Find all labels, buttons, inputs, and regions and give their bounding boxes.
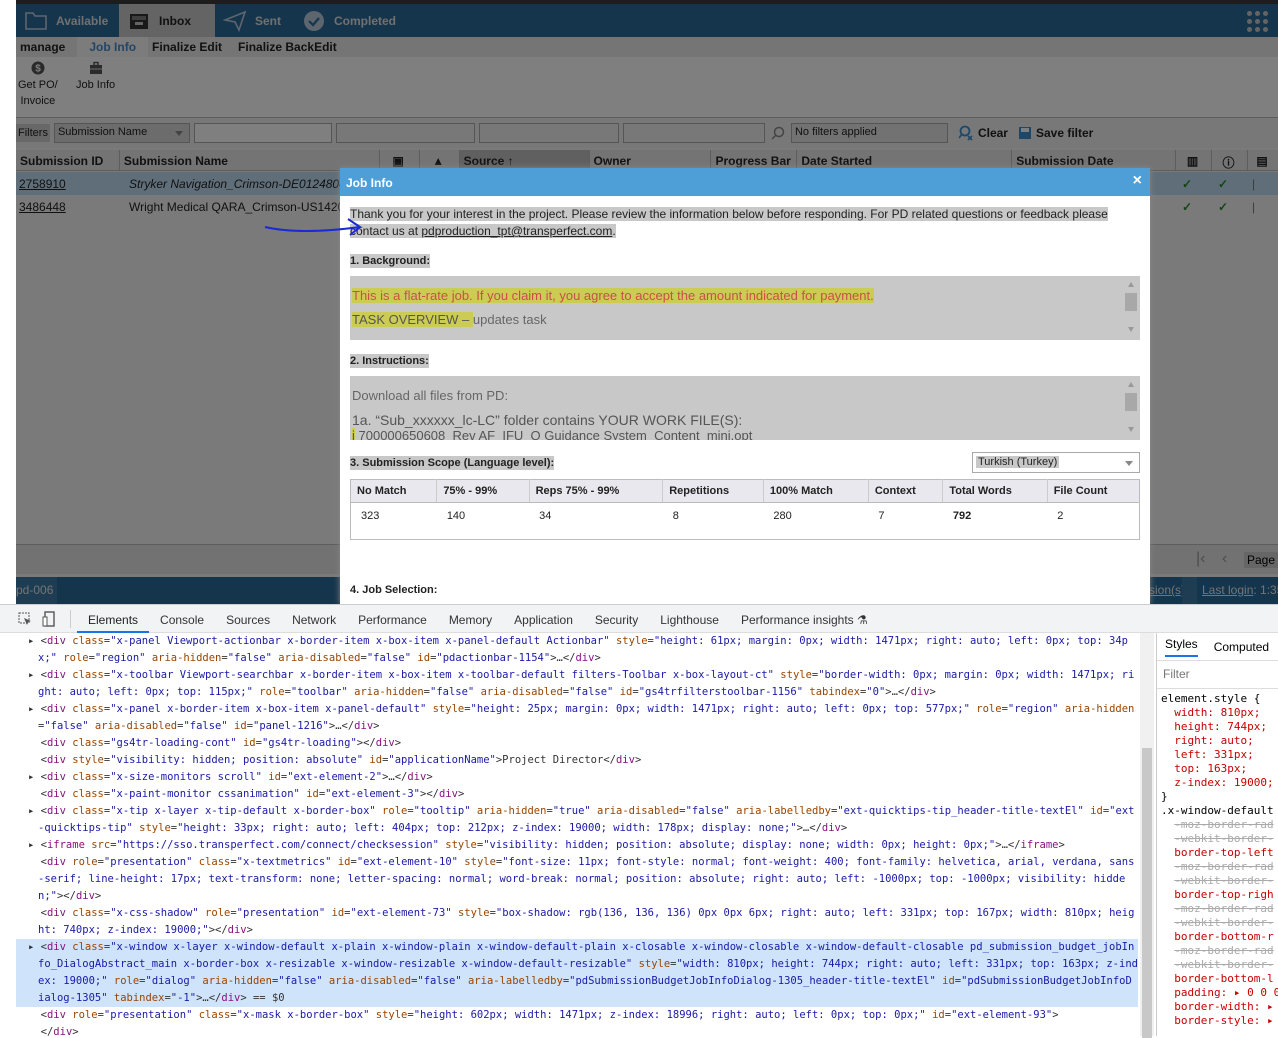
scope-header: 100% Match: [763, 479, 869, 503]
scope-row-values: 323 140 34 8 280 7 792 2: [351, 503, 1140, 540]
devtools-tab-sources[interactable]: Sources: [215, 605, 281, 633]
dom-node-line[interactable]: <div class="x-css-shadow" role="presenta…: [16, 905, 1138, 939]
intro-suffix: .: [612, 224, 616, 238]
dialog-header[interactable]: Job Info ×: [340, 168, 1150, 196]
intro-text: Thank you for your interest in the proje…: [350, 206, 1140, 240]
scroll-thumb: [1142, 748, 1152, 1038]
dom-node-line[interactable]: <div class="gs4tr-loading-cont" id="gs4t…: [16, 735, 1138, 752]
dom-node-line[interactable]: <div style="visibility: hidden; position…: [16, 752, 1138, 769]
scope-table: No Match 75% - 99% Reps 75% - 99% Repeti…: [350, 479, 1140, 540]
instructions-line-1: Download all files from PD:: [352, 388, 509, 403]
devtools-tab-security[interactable]: Security: [584, 605, 649, 633]
section-scope-title: 3. Submission Scope (Language level):: [350, 455, 555, 470]
dialog-title: Job Info: [346, 176, 393, 190]
dom-node-line[interactable]: ▸ <div class="x-size-monitors scroll" id…: [16, 769, 1138, 786]
dom-node-line[interactable]: ▸ <div class="x-tip x-layer x-tip-defaul…: [16, 803, 1138, 837]
scroll-thumb: [1125, 393, 1137, 411]
devtools-tab-lighthouse[interactable]: Lighthouse: [649, 605, 730, 633]
scope-header: Total Words: [942, 479, 1048, 503]
device-toolbar-icon[interactable]: [42, 610, 56, 627]
scope-header: Reps 75% - 99%: [529, 479, 664, 503]
project-director-app: Available Inbox Sent Completed manage Jo…: [16, 0, 1278, 604]
dom-node-line[interactable]: ▸ <div class="x-toolbar Viewport-searchb…: [16, 667, 1138, 701]
dom-scrollbar[interactable]: [1140, 633, 1154, 1038]
scope-header: File Count: [1047, 479, 1140, 503]
scope-header: Repetitions: [662, 479, 764, 503]
scroll-down-icon: [1128, 327, 1134, 332]
scope-value: 34: [539, 510, 552, 522]
scope-value: 7: [878, 510, 885, 522]
devtools-tab-performance[interactable]: Performance: [347, 605, 438, 633]
styles-filter-input[interactable]: Filter: [1157, 661, 1278, 689]
dom-tree[interactable]: ▸ <div class="x-panel Viewport-actionbar…: [16, 633, 1138, 1036]
dom-node-line[interactable]: </div>: [16, 1024, 1138, 1036]
dom-node-line[interactable]: ▸ <iframe src="https://sso.transperfect.…: [16, 837, 1138, 854]
inspect-element-icon[interactable]: [18, 612, 32, 626]
instructions-scrollbar[interactable]: [1124, 378, 1138, 438]
section-instructions-title: 2. Instructions:: [350, 354, 429, 368]
dom-node-line[interactable]: ▸ <div class="x-panel Viewport-actionbar…: [16, 633, 1138, 667]
background-scrollbar[interactable]: [1124, 278, 1138, 338]
instructions-line-3: 700000650608_Rev AF_IFU_Q Guidance Syste…: [354, 428, 753, 440]
language-value: Turkish (Turkey): [976, 456, 1060, 468]
section-background-title: 1. Background:: [350, 254, 431, 268]
styles-tab[interactable]: Styles: [1165, 637, 1198, 657]
style-rules: element.style { width: 810px; height: 74…: [1161, 692, 1278, 1027]
devtools-tab-console[interactable]: Console: [149, 605, 215, 633]
scope-value: 140: [446, 510, 466, 522]
devtools-tab-memory[interactable]: Memory: [438, 605, 503, 633]
scope-value: 323: [361, 510, 380, 522]
scope-row: 3. Submission Scope (Language level): Tu…: [350, 452, 1140, 473]
devtools-tab-performance-insights[interactable]: Performance insights ⚗: [730, 605, 879, 633]
devtools-tab-network[interactable]: Network: [281, 605, 347, 633]
scroll-up-icon: [1128, 382, 1134, 387]
task-overview-text: updates task: [472, 312, 547, 327]
devtools-tab-application[interactable]: Application: [503, 605, 584, 633]
scope-header: 75% - 99%: [436, 479, 530, 503]
dom-node-line[interactable]: ▸ <div class="x-panel x-border-item x-bo…: [16, 701, 1138, 735]
instructions-content[interactable]: Download all files from PD: 1a. “Sub_xxx…: [350, 376, 1140, 440]
background-content[interactable]: This is a flat-rate job. If you claim it…: [350, 276, 1140, 340]
dom-node-line[interactable]: ▸ <div class="x-window x-layer x-window-…: [16, 939, 1138, 1007]
flat-rate-notice: This is a flat-rate job. If you claim it…: [352, 288, 874, 303]
contact-email-link[interactable]: pdproduction_tpt@transperfect.com: [421, 224, 612, 238]
scope-value: 2: [1057, 510, 1064, 522]
devtools-tabs: Elements Console Sources Network Perform…: [0, 605, 1278, 633]
flask-icon: ⚗: [857, 612, 868, 627]
dialog-body: Thank you for your interest in the proje…: [340, 196, 1150, 596]
chevron-down-icon: [1125, 461, 1133, 466]
scope-total-words: 792: [952, 510, 972, 522]
computed-tab[interactable]: Computed: [1214, 640, 1269, 654]
close-icon[interactable]: ×: [1133, 172, 1142, 190]
task-overview-label: TASK OVERVIEW –: [352, 312, 473, 327]
dom-node-line[interactable]: <div class="x-paint-monitor cssanimation…: [16, 786, 1138, 803]
scope-value: 8: [672, 510, 679, 522]
instructions-line-2: 1a. “Sub_xxxxxx_lc-LC” folder contains Y…: [352, 412, 743, 428]
scope-header: No Match: [350, 479, 438, 503]
language-select[interactable]: Turkish (Turkey): [972, 452, 1140, 473]
scope-value: 280: [773, 510, 792, 522]
devtools-panel: Elements Console Sources Network Perform…: [0, 604, 1278, 1038]
job-info-dialog: Job Info × Thank you for your interest i…: [340, 168, 1150, 604]
performance-insights-label: Performance insights: [740, 612, 854, 627]
scroll-thumb: [1125, 293, 1137, 311]
styles-pane: Styles Computed Filter element.style { w…: [1156, 633, 1278, 1036]
devtools-tab-elements[interactable]: Elements: [77, 605, 150, 633]
left-gutter: [0, 0, 16, 604]
section-job-selection-title: 4. Job Selection:: [350, 584, 438, 596]
dom-node-line[interactable]: <div role="presentation" class="x-textme…: [16, 854, 1138, 905]
scroll-down-icon: [1128, 427, 1134, 432]
scroll-up-icon: [1128, 282, 1134, 287]
scope-header: Context: [868, 479, 944, 503]
dom-node-line[interactable]: <div role="presentation" class="x-mask x…: [16, 1007, 1138, 1024]
